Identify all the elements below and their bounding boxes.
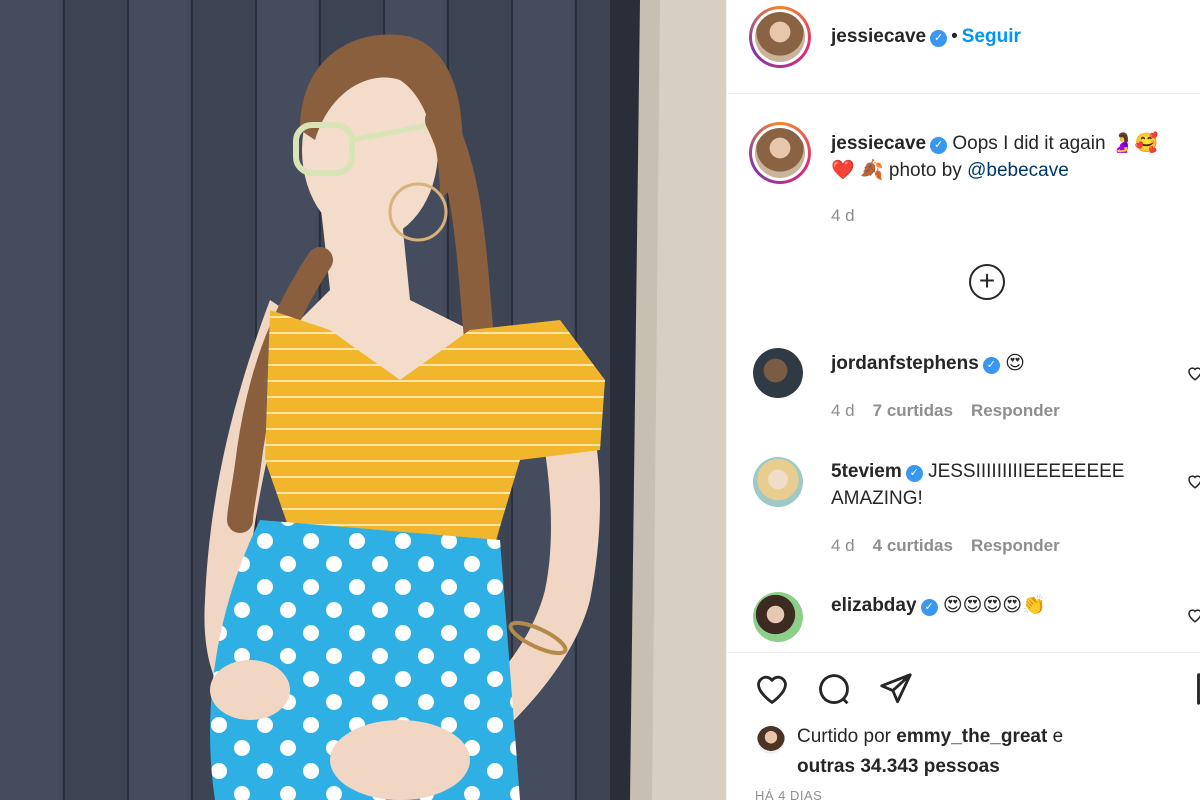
emoji-leaf-icon: 🍂 [859,160,884,181]
author-avatar[interactable] [749,6,811,68]
caption-username[interactable]: jessiecave [831,133,926,154]
comment-username[interactable]: elizabday [831,595,917,616]
actions-divider [727,652,1200,653]
post-date: HÁ 4 DIAS [755,788,823,800]
liked-by-username[interactable]: emmy_the_great [896,726,1047,747]
follow-button[interactable]: Seguir [962,26,1021,47]
comment-username[interactable]: jordanfstephens [831,353,979,374]
comment-text-line2: AMAZING! [831,488,923,509]
emoji-heart-icon: ❤️ [831,160,855,181]
save-bookmark-icon[interactable] [1189,670,1200,708]
caption-avatar[interactable] [749,122,811,184]
reply-button[interactable]: Responder [971,401,1060,420]
share-paper-plane-icon[interactable] [877,670,915,708]
liked-by-and: e [1052,726,1064,747]
verified-badge-icon: ✓ [930,30,948,47]
comment-avatar[interactable] [753,348,803,398]
comment-text: JESSIIIIIIIIIEEEEEEEE [928,461,1125,482]
like-heart-icon[interactable] [753,670,791,708]
post-header: jessiecave ✓ • Seguir [727,0,1200,94]
photo-illustration [0,0,726,800]
comment-body: jordanfstephens ✓ 😍 [831,350,1025,377]
comment-avatar[interactable] [753,457,803,507]
verified-badge-icon: ✓ [920,599,938,616]
comment-username[interactable]: 5teviem [831,461,902,482]
comment-text: 😍😍😍😍👏 [942,595,1046,616]
comment-body: elizabday ✓ 😍😍😍😍👏 [831,592,1046,619]
comment-time: 4 d [831,401,855,420]
comment-like-heart-icon[interactable] [1186,364,1200,382]
caption-time: 4 d [831,206,855,225]
reply-button[interactable]: Responder [971,536,1060,555]
comment-bubble-icon[interactable] [815,670,853,708]
verified-badge-icon: ✓ [905,465,923,482]
comment-like-heart-icon[interactable] [1186,606,1200,624]
liked-by-others-link[interactable]: outras 34.343 pessoas [797,756,1000,777]
emoji-smiling-heart-icon: 🥰 [1134,133,1159,154]
comment-likes[interactable]: 4 curtidas [873,536,953,555]
caption-text: Oops I did it again [952,133,1106,154]
comment-time: 4 d [831,536,855,555]
comment-meta: 4 d 4 curtidas Responder [831,536,1060,556]
caption: jessiecave ✓ Oops I did it again 🤰🥰 ❤️ 🍂 … [831,130,1191,184]
separator-dot: • [951,26,958,47]
comment-likes[interactable]: 7 curtidas [873,401,953,420]
comment-meta: 4 d 7 curtidas Responder [831,401,1060,421]
comment-text: 😍 [1005,353,1025,374]
load-more-comments-plus-icon[interactable]: + [969,264,1005,300]
author-username[interactable]: jessiecave [831,26,926,47]
comment-avatar[interactable] [753,592,803,642]
post-sidebar: jessiecave ✓ • Seguir jessiecave ✓ Oops I di… [726,0,1200,800]
verified-badge-icon: ✓ [930,137,948,154]
liked-by-prefix: Curtido por [797,726,891,747]
liked-by-avatar[interactable] [757,726,785,754]
comment-like-heart-icon[interactable] [1186,472,1200,490]
post-photo[interactable] [0,0,726,800]
verified-badge-icon: ✓ [982,357,1000,374]
comment-body: 5teviem ✓ JESSIIIIIIIIIEEEEEEEE AMAZING! [831,458,1124,512]
caption-photo-by: photo by [888,160,962,181]
emoji-pregnant-icon: 🤰 [1110,133,1135,154]
caption-mention-link[interactable]: @bebecave [967,160,1069,181]
